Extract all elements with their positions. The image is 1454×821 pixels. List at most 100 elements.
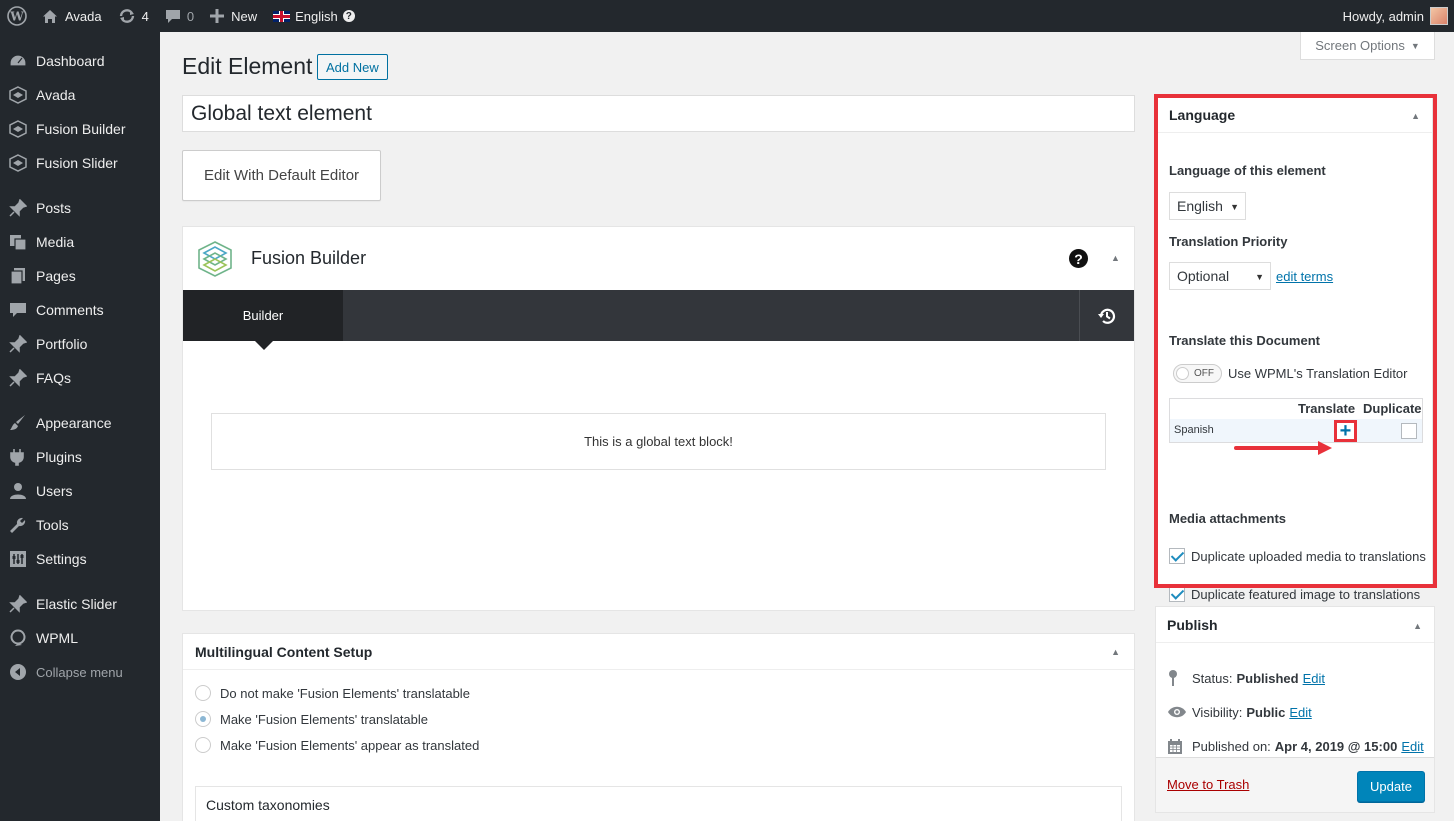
- sidebar-item-dashboard[interactable]: Dashboard: [0, 44, 160, 78]
- sidebar-item-posts[interactable]: Posts: [0, 191, 160, 225]
- duplicate-media-checkbox[interactable]: [1169, 548, 1185, 564]
- media-attachments-label: Media attachments: [1169, 511, 1287, 526]
- wrench-icon: [0, 516, 36, 534]
- language-box-header[interactable]: Language ▲: [1158, 97, 1432, 133]
- sidebar-item-fusion-builder[interactable]: Fusion Builder: [0, 112, 160, 146]
- dashboard-icon: [0, 53, 36, 69]
- tab-builder[interactable]: Builder: [183, 290, 343, 341]
- sidebar-item-portfolio[interactable]: Portfolio: [0, 327, 160, 361]
- update-button[interactable]: Update: [1357, 771, 1425, 802]
- translation-priority-select[interactable]: Optional ▼: [1169, 262, 1271, 290]
- title-input[interactable]: Global text element: [182, 95, 1135, 132]
- sidebar-item-media[interactable]: Media: [0, 225, 160, 259]
- sidebar-item-fusion-slider[interactable]: Fusion Slider: [0, 146, 160, 180]
- duplicate-featured-checkbox[interactable]: [1169, 586, 1185, 602]
- fusion-slider-icon: [0, 154, 36, 172]
- my-account[interactable]: Howdy, admin: [1335, 0, 1454, 32]
- user-icon: [0, 482, 36, 500]
- publish-actions: Move to Trash Update: [1156, 757, 1434, 812]
- caret-down-icon: ▼: [1230, 202, 1239, 212]
- fusion-builder-toolbar: Builder: [183, 290, 1134, 350]
- help-icon[interactable]: ?: [342, 10, 355, 22]
- collapse-toggle-icon[interactable]: ▲: [1411, 111, 1420, 121]
- row-language: Spanish: [1174, 424, 1214, 436]
- help-icon[interactable]: ?: [1069, 249, 1088, 268]
- move-to-trash-link[interactable]: Move to Trash: [1167, 777, 1249, 792]
- sidebar-item-elastic-slider[interactable]: Elastic Slider: [0, 587, 160, 621]
- admin-sidebar: Dashboard Avada Fusion Builder Fusion Sl…: [0, 32, 160, 821]
- plugin-icon: [0, 448, 36, 466]
- active-tab-indicator: [255, 341, 273, 350]
- sidebar-item-faqs[interactable]: FAQs: [0, 361, 160, 395]
- main-content: Screen Options ▼ Edit Element Add New Gl…: [160, 32, 1454, 821]
- pin-icon: [0, 369, 36, 387]
- global-text-block[interactable]: This is a global text block!: [211, 413, 1106, 470]
- language-meta-box: Language ▲ Language of this element Engl…: [1157, 96, 1433, 602]
- fusion-builder-panel: Fusion Builder ? ▲ Builder This is a glo…: [182, 226, 1135, 611]
- plus-icon: [210, 9, 225, 23]
- option-translatable[interactable]: Make 'Fusion Elements' translatable: [195, 710, 428, 728]
- pin-icon: [0, 335, 36, 353]
- new-content-link[interactable]: New: [202, 0, 265, 32]
- updates-link[interactable]: 4: [110, 0, 157, 32]
- add-new-button[interactable]: Add New: [317, 54, 388, 80]
- duplicate-media-option[interactable]: Duplicate uploaded media to translations: [1169, 547, 1429, 566]
- translate-column-header: Translate: [1298, 401, 1356, 416]
- edit-date-link[interactable]: Edit: [1401, 739, 1423, 754]
- language-switcher[interactable]: English ?: [265, 0, 363, 32]
- comment-icon: [165, 9, 181, 24]
- wordpress-logo-icon[interactable]: W: [0, 0, 34, 32]
- howdy-text: Howdy, admin: [1342, 8, 1424, 24]
- sidebar-item-settings[interactable]: Settings: [0, 542, 160, 576]
- publish-box-header[interactable]: Publish ▲: [1156, 607, 1434, 643]
- comments-link[interactable]: 0: [157, 0, 202, 32]
- visibility-row: Visibility: Public Edit: [1167, 702, 1312, 722]
- media-icon: [0, 233, 36, 251]
- collapse-toggle-icon[interactable]: ▲: [1111, 647, 1120, 657]
- language-select[interactable]: English ▼: [1169, 192, 1246, 220]
- translation-priority-label: Translation Priority: [1169, 234, 1288, 249]
- sidebar-item-plugins[interactable]: Plugins: [0, 440, 160, 474]
- avatar: [1430, 7, 1448, 25]
- language-of-element-label: Language of this element: [1169, 163, 1326, 178]
- sidebar-item-avada[interactable]: Avada: [0, 78, 160, 112]
- toggle-knob: [1176, 367, 1189, 380]
- edit-with-default-editor-button[interactable]: Edit With Default Editor: [182, 150, 381, 201]
- collapse-toggle-icon[interactable]: ▲: [1413, 621, 1422, 631]
- sidebar-item-comments[interactable]: Comments: [0, 293, 160, 327]
- uk-flag-icon: [273, 10, 291, 22]
- duplicate-featured-option[interactable]: Duplicate featured image to translations: [1169, 585, 1429, 604]
- radio-not-translatable[interactable]: [195, 685, 211, 701]
- radio-appear-translated[interactable]: [195, 737, 211, 753]
- home-icon: [42, 9, 58, 24]
- edit-visibility-link[interactable]: Edit: [1289, 705, 1311, 720]
- translation-editor-toggle[interactable]: OFF: [1173, 364, 1222, 383]
- edit-terms-link[interactable]: edit terms: [1276, 269, 1333, 284]
- option-not-translatable[interactable]: Do not make 'Fusion Elements' translatab…: [195, 684, 470, 702]
- history-icon[interactable]: [1079, 290, 1134, 341]
- radio-translatable[interactable]: [195, 711, 211, 727]
- custom-taxonomies-section[interactable]: Custom taxonomies: [195, 786, 1122, 821]
- new-label: New: [231, 8, 258, 24]
- sidebar-item-appearance[interactable]: Appearance: [0, 406, 160, 440]
- sidebar-item-users[interactable]: Users: [0, 474, 160, 508]
- multilingual-setup-header[interactable]: Multilingual Content Setup ▲: [183, 634, 1134, 670]
- sidebar-collapse-menu[interactable]: Collapse menu: [0, 655, 160, 689]
- admin-bar: W Avada 4 0 New English ? Howdy, admin: [0, 0, 1454, 32]
- sidebar-item-wpml[interactable]: WPML: [0, 621, 160, 655]
- edit-status-link[interactable]: Edit: [1303, 671, 1325, 686]
- svg-text:W: W: [9, 10, 24, 24]
- pin-icon: [0, 199, 36, 217]
- sidebar-item-tools[interactable]: Tools: [0, 508, 160, 542]
- screen-options-button[interactable]: Screen Options ▼: [1300, 32, 1435, 60]
- settings-icon: [0, 550, 36, 568]
- translation-table: Translate Duplicate Spanish +: [1169, 398, 1423, 455]
- site-name-link[interactable]: Avada: [34, 0, 110, 32]
- sidebar-item-pages[interactable]: Pages: [0, 259, 160, 293]
- duplicate-checkbox[interactable]: [1401, 423, 1417, 439]
- collapse-toggle-icon[interactable]: ▲: [1111, 253, 1120, 263]
- add-translation-plus-icon[interactable]: +: [1334, 420, 1357, 442]
- updates-icon: [118, 8, 136, 24]
- option-appear-translated[interactable]: Make 'Fusion Elements' appear as transla…: [195, 736, 479, 754]
- comment-icon: [0, 301, 36, 319]
